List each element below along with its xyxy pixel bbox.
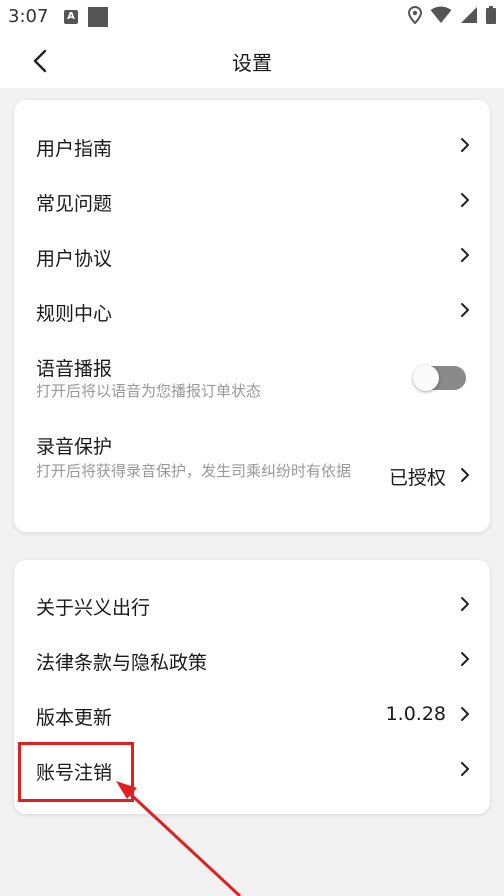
a-icon: A xyxy=(64,10,78,24)
recording-protection-label: 录音保护 xyxy=(36,436,113,458)
faq-label: 常见问题 xyxy=(36,193,113,215)
wifi-icon xyxy=(430,6,452,23)
chevron-right-icon xyxy=(461,652,469,666)
battery-icon xyxy=(486,6,496,24)
signal-icon xyxy=(461,7,477,23)
status-time: 3:07 xyxy=(8,6,49,27)
recording-protection-row[interactable]: 录音保护 打开后将获得录音保护，发生司乘纠纷时有依据 已授权 xyxy=(14,418,490,518)
user-guide-row[interactable]: 用户指南 xyxy=(14,118,490,173)
chevron-right-icon xyxy=(461,707,469,721)
voice-broadcast-row: 语音播报 打开后将以语音为您播报订单状态 xyxy=(14,340,490,410)
recording-protection-status: 已授权 xyxy=(388,467,446,489)
user-agreement-row[interactable]: 用户协议 xyxy=(14,228,490,283)
status-right-icons xyxy=(408,6,496,24)
chevron-right-icon xyxy=(461,248,469,262)
chevron-right-icon xyxy=(461,138,469,152)
toggle-knob xyxy=(413,365,439,391)
legal-row[interactable]: 法律条款与隐私政策 xyxy=(14,632,490,687)
voice-broadcast-desc: 打开后将以语音为您播报订单状态 xyxy=(36,382,262,400)
about-label: 关于兴义出行 xyxy=(36,597,151,619)
square-icon xyxy=(88,7,108,27)
rules-center-row[interactable]: 规则中心 xyxy=(14,283,490,338)
voice-broadcast-label: 语音播报 xyxy=(36,358,113,380)
chevron-right-icon xyxy=(461,468,469,482)
page-title: 设置 xyxy=(232,51,272,75)
chevron-right-icon xyxy=(461,597,469,611)
version-update-label: 版本更新 xyxy=(36,707,113,729)
rules-center-label: 规则中心 xyxy=(36,303,113,325)
chevron-right-icon xyxy=(461,303,469,317)
chevron-right-icon xyxy=(461,762,469,776)
user-guide-label: 用户指南 xyxy=(36,138,113,160)
settings-card-help: 用户指南 常见问题 用户协议 规则中心 语音播报 打开后将以语音为您播报订单状态… xyxy=(14,100,490,532)
recording-protection-desc: 打开后将获得录音保护，发生司乘纠纷时有依据 xyxy=(36,462,352,480)
legal-label: 法律条款与隐私政策 xyxy=(36,652,208,674)
faq-row[interactable]: 常见问题 xyxy=(14,173,490,228)
header: 设置 xyxy=(0,34,504,88)
version-update-row[interactable]: 版本更新 1.0.28 xyxy=(14,687,490,742)
version-number: 1.0.28 xyxy=(385,703,446,725)
location-icon xyxy=(408,6,422,24)
about-row[interactable]: 关于兴义出行 xyxy=(14,577,490,632)
status-bar: 3:07 A xyxy=(0,0,504,34)
chevron-right-icon xyxy=(461,193,469,207)
user-agreement-label: 用户协议 xyxy=(36,248,113,270)
voice-broadcast-toggle[interactable] xyxy=(413,365,466,391)
status-left-icons: A xyxy=(64,7,108,27)
annotation-highlight-box xyxy=(18,742,134,802)
